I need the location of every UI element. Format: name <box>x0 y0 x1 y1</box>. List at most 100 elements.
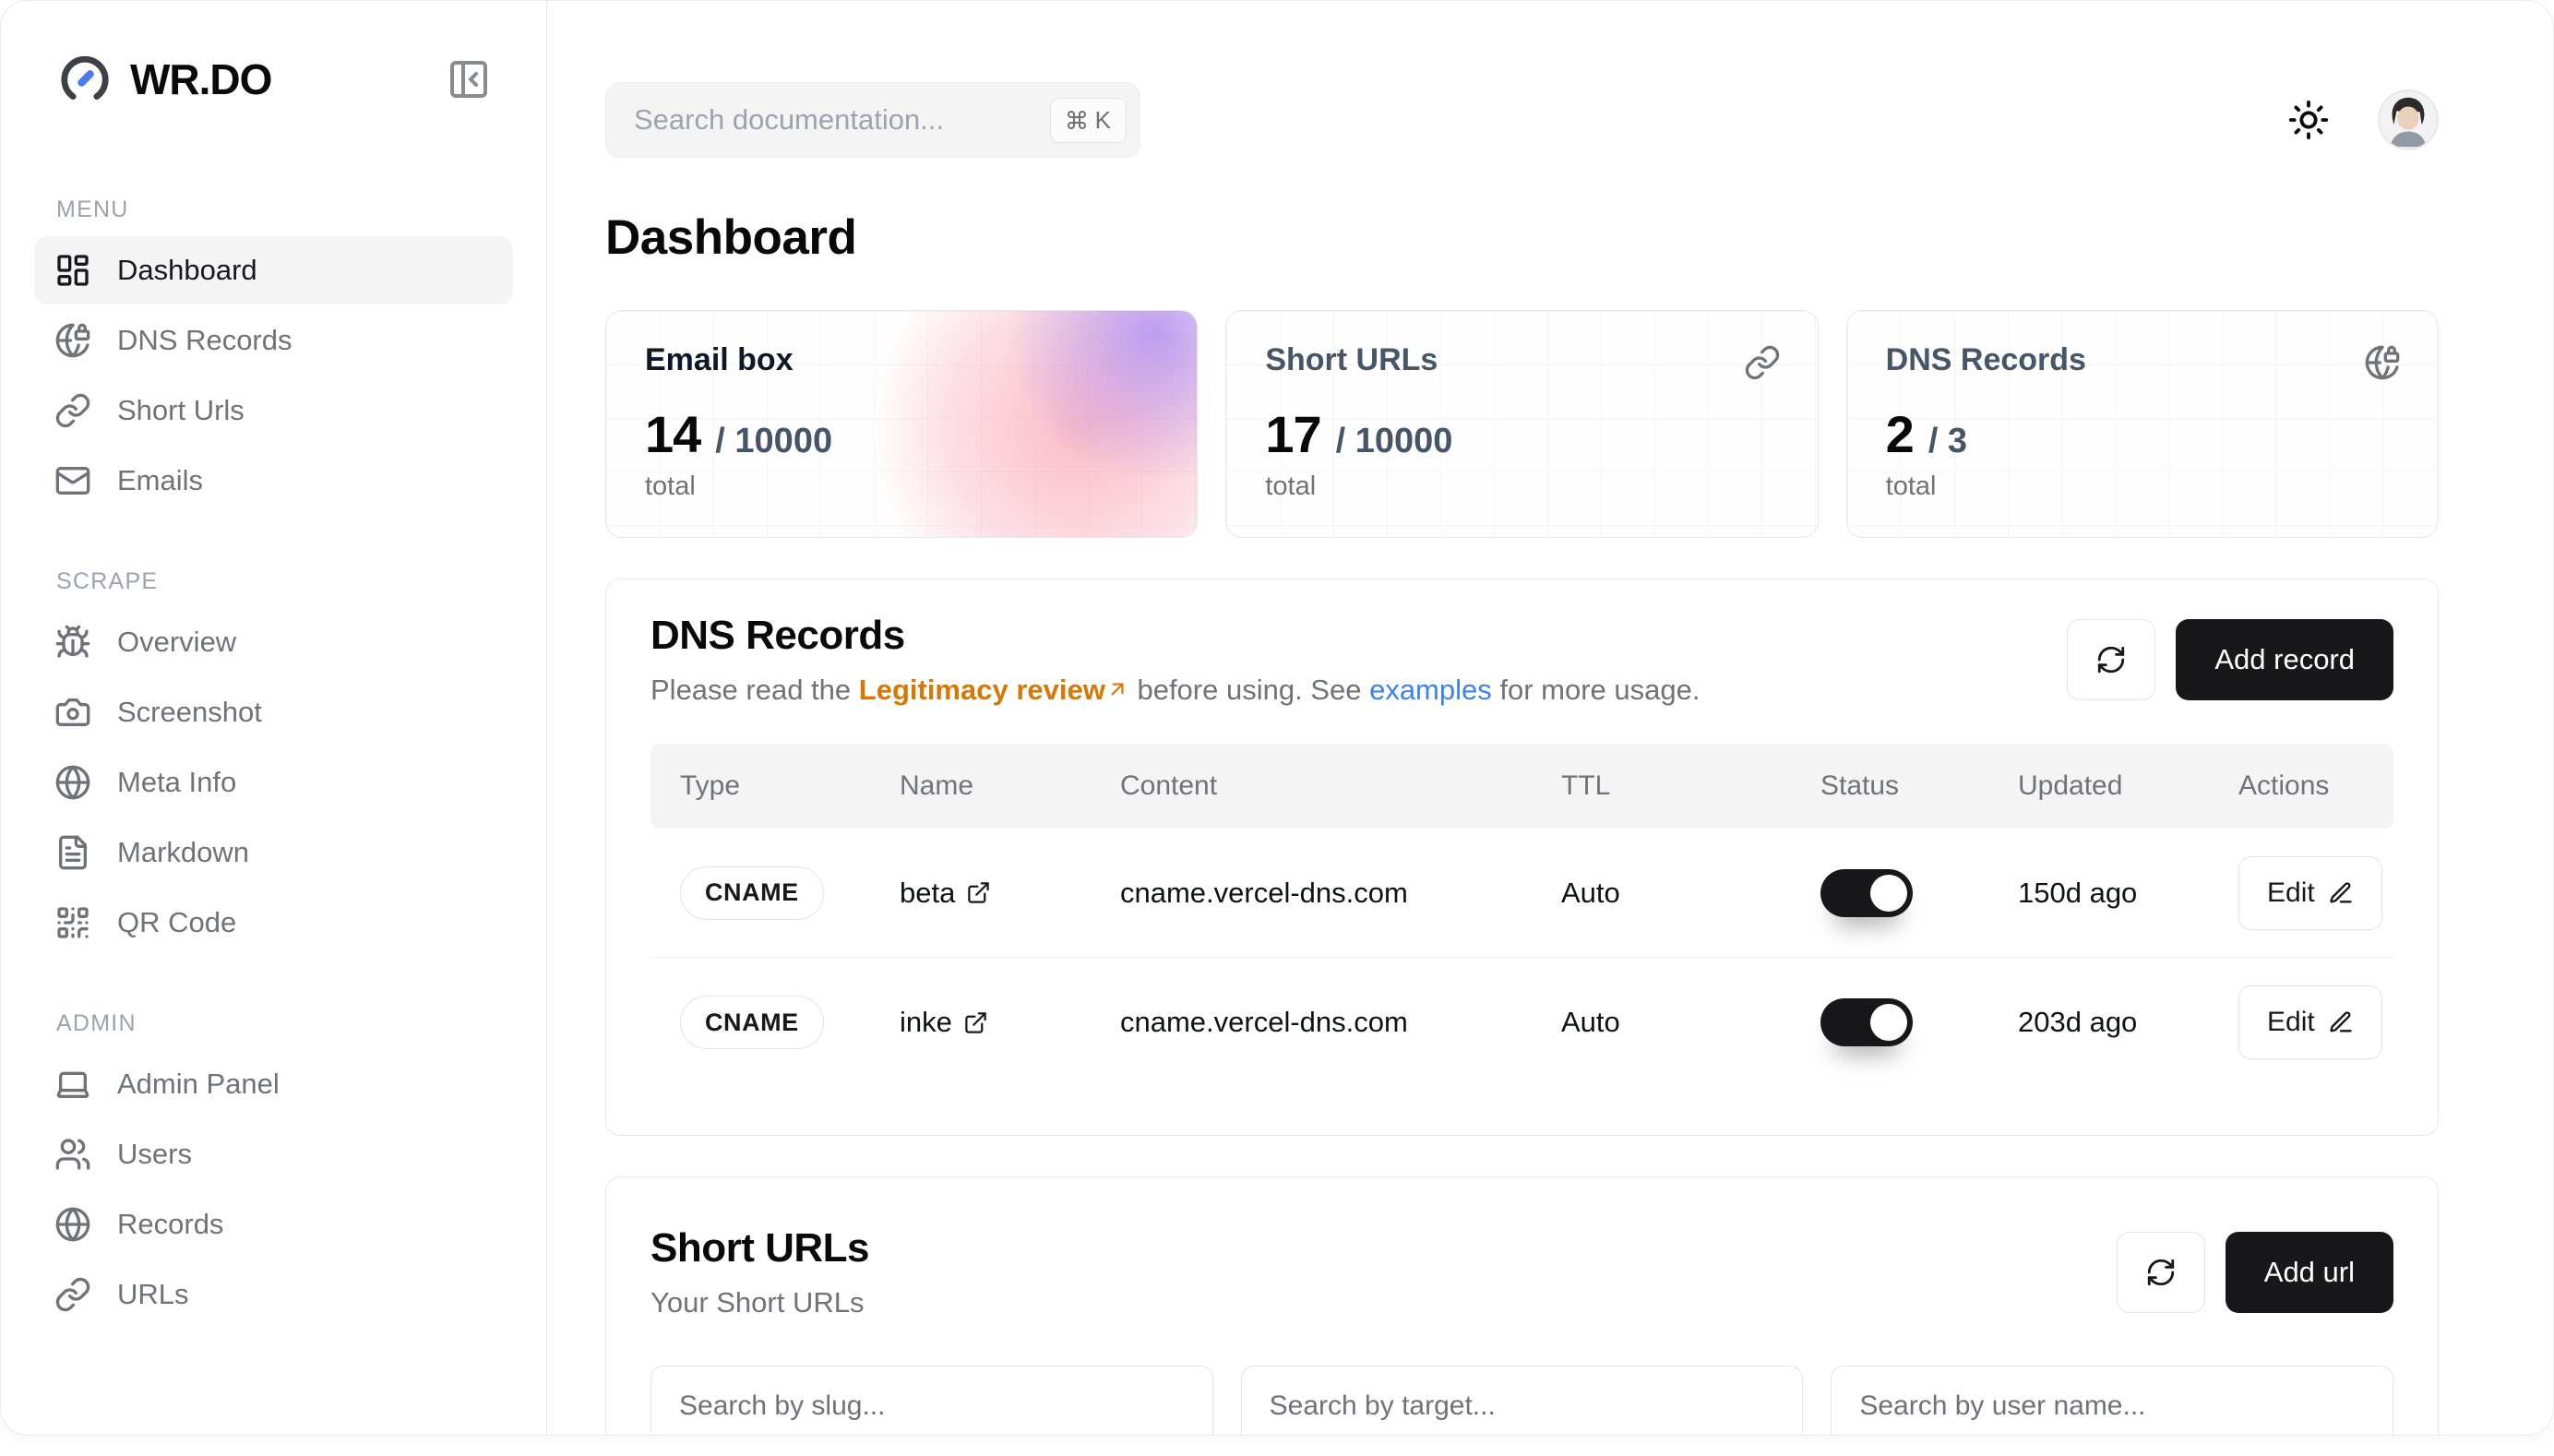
stat-card-short-urls: Short URLs 17 / 10000 total <box>1225 310 1818 538</box>
app-window: WR.DO MENU Dashboard DNS Records Short U… <box>0 0 2554 1436</box>
sidebar-item-qr-code[interactable]: QR Code <box>34 889 513 957</box>
sidebar-item-markdown[interactable]: Markdown <box>34 818 513 887</box>
edit-record-button[interactable]: Edit <box>2238 985 2382 1059</box>
sidebar-item-short-urls[interactable]: Short Urls <box>34 376 513 445</box>
sidebar-item-label: DNS Records <box>117 324 292 357</box>
sidebar-item-label: Emails <box>117 464 203 497</box>
sidebar-item-label: Screenshot <box>117 696 262 729</box>
sidebar-item-label: Meta Info <box>117 766 236 799</box>
stat-title: Email box <box>645 342 1158 378</box>
sidebar-item-emails[interactable]: Emails <box>34 447 513 515</box>
search-by-slug-input[interactable] <box>650 1366 1213 1435</box>
sidebar-item-users[interactable]: Users <box>34 1120 513 1188</box>
record-name: beta <box>900 877 955 910</box>
sidebar-item-label: Markdown <box>117 836 249 869</box>
globe-icon <box>54 764 91 801</box>
examples-link[interactable]: examples <box>1369 674 1492 706</box>
sidebar-item-dashboard[interactable]: Dashboard <box>34 236 513 304</box>
sidebar-collapse-icon[interactable] <box>447 57 491 101</box>
section-label-menu: MENU <box>56 197 513 223</box>
mail-icon <box>54 462 91 499</box>
search-input[interactable]: Search documentation... K <box>605 82 1140 158</box>
laptop-icon <box>54 1066 91 1103</box>
section-label-scrape: SCRAPE <box>56 568 513 595</box>
brand-name: WR.DO <box>130 54 271 104</box>
sidebar-header: WR.DO <box>34 1 513 158</box>
sidebar-item-label: Users <box>117 1138 192 1171</box>
sidebar-item-admin-panel[interactable]: Admin Panel <box>34 1050 513 1118</box>
sidebar-item-dns-records[interactable]: DNS Records <box>34 306 513 375</box>
legitimacy-review-link[interactable]: Legitimacy review <box>859 674 1129 706</box>
main-content: Search documentation... K Das <box>547 1 2553 1435</box>
users-icon <box>54 1136 91 1173</box>
dns-panel-description: Please read the Legitimacy review before… <box>650 674 1700 707</box>
sidebar-item-urls[interactable]: URLs <box>34 1260 513 1329</box>
sidebar-item-label: Dashboard <box>117 254 257 287</box>
sidebar-item-label: QR Code <box>117 906 236 939</box>
gauge-logo-icon <box>56 51 113 108</box>
search-placeholder: Search documentation... <box>634 103 1050 137</box>
col-content: Content <box>1120 770 1561 802</box>
record-updated: 203d ago <box>2018 1006 2238 1039</box>
sidebar-item-screenshot[interactable]: Screenshot <box>34 678 513 746</box>
short-urls-header: Short URLs Your Short URLs Add url <box>650 1225 2393 1319</box>
file-text-icon <box>54 834 91 871</box>
stat-caption: total <box>645 471 1158 502</box>
keyboard-shortcut-badge: K <box>1050 98 1127 143</box>
edit-record-button[interactable]: Edit <box>2238 856 2382 930</box>
external-link-icon[interactable] <box>966 880 991 905</box>
topbar-right <box>2287 90 2439 150</box>
layout-dashboard-icon <box>54 252 91 289</box>
sidebar-item-overview[interactable]: Overview <box>34 608 513 676</box>
sidebar: WR.DO MENU Dashboard DNS Records Short U… <box>1 1 547 1435</box>
search-by-target-input[interactable] <box>1241 1366 1804 1435</box>
command-icon <box>1066 109 1088 131</box>
refresh-records-button[interactable] <box>2067 619 2155 700</box>
table-header-row: Type Name Content TTL Status Updated Act… <box>650 744 2393 829</box>
add-url-button[interactable]: Add url <box>2226 1232 2393 1313</box>
col-actions: Actions <box>2238 770 2393 802</box>
refresh-urls-button[interactable] <box>2117 1232 2205 1313</box>
record-type-badge: CNAME <box>680 866 824 920</box>
stat-limit: / 10000 <box>1336 422 1453 461</box>
status-toggle[interactable] <box>1820 869 1913 917</box>
arrow-up-right-icon <box>1105 677 1129 701</box>
short-urls-title: Short URLs <box>650 1225 869 1271</box>
bug-icon <box>54 624 91 661</box>
stat-title: DNS Records <box>1886 342 2399 378</box>
page-title: Dashboard <box>605 209 2439 266</box>
stat-limit: / 10000 <box>715 422 832 461</box>
col-status: Status <box>1820 770 2018 802</box>
qr-code-icon <box>54 904 91 941</box>
globe-icon <box>54 1206 91 1243</box>
record-content: cname.vercel-dns.com <box>1120 1006 1561 1039</box>
stat-title: Short URLs <box>1265 342 1778 378</box>
sidebar-item-records[interactable]: Records <box>34 1190 513 1259</box>
pencil-icon <box>2328 1009 2354 1035</box>
stat-card-dns-records: DNS Records 2 / 3 total <box>1846 310 2439 538</box>
col-ttl: TTL <box>1561 770 1820 802</box>
sidebar-item-label: Admin Panel <box>117 1068 280 1101</box>
avatar[interactable] <box>2378 90 2439 150</box>
stat-limit: / 3 <box>1928 422 1967 461</box>
external-link-icon[interactable] <box>963 1010 988 1035</box>
section-label-admin: ADMIN <box>56 1010 513 1037</box>
stat-caption: total <box>1886 471 2399 502</box>
sun-icon[interactable] <box>2287 99 2330 141</box>
brand-logo[interactable]: WR.DO <box>56 51 271 108</box>
stat-value: 17 <box>1265 404 1320 464</box>
link-icon <box>54 392 91 429</box>
sidebar-item-label: Overview <box>117 626 236 659</box>
refresh-icon <box>2145 1257 2177 1288</box>
stat-caption: total <box>1265 471 1778 502</box>
url-filters <box>650 1366 2393 1435</box>
search-by-user-name-input[interactable] <box>1831 1366 2393 1435</box>
dns-records-panel: DNS Records Please read the Legitimacy r… <box>605 579 2439 1136</box>
sidebar-item-meta-info[interactable]: Meta Info <box>34 748 513 817</box>
table-row: CNAME beta cname.vercel-dns.com Auto 150… <box>650 829 2393 958</box>
refresh-icon <box>2095 644 2127 675</box>
status-toggle[interactable] <box>1820 998 1913 1046</box>
record-ttl: Auto <box>1561 1006 1820 1039</box>
dns-panel-header: DNS Records Please read the Legitimacy r… <box>650 613 2393 707</box>
add-record-button[interactable]: Add record <box>2176 619 2393 700</box>
